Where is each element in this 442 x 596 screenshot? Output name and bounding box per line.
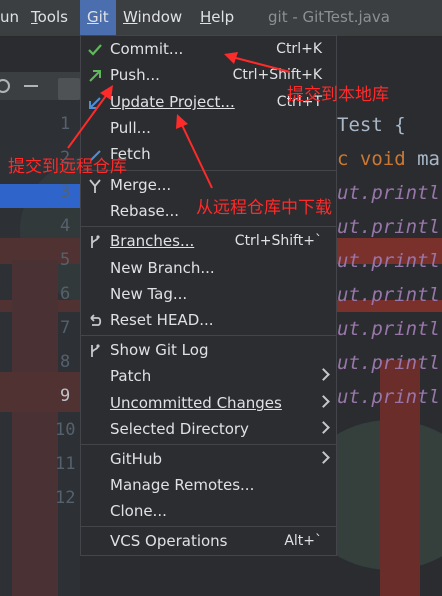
- annotation-arrow-update: [176, 114, 213, 189]
- annotation-update-note: 从远程仓库中下载: [196, 198, 332, 218]
- annotation-commit-note: 提交到本地库: [287, 85, 389, 105]
- annotation-arrow-push: [67, 85, 113, 149]
- annotation-arrow-commit: [224, 52, 291, 73]
- annotation-push-note: 提交到远程仓库: [8, 157, 127, 177]
